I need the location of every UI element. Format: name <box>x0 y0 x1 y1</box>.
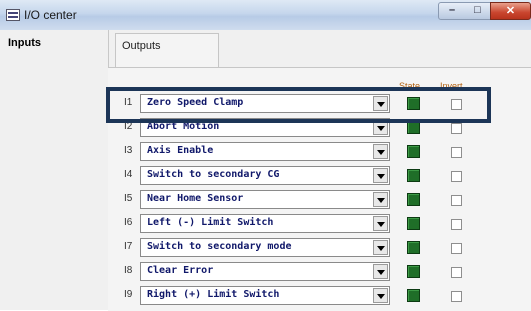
state-led-icon <box>407 265 420 278</box>
io-center-window: I/O center – □ ✕ Inputs Outputs State In… <box>0 0 531 311</box>
window-title: I/O center <box>24 8 77 22</box>
invert-checkbox[interactable] <box>451 195 462 206</box>
input-function-select[interactable]: Right (+) Limit Switch <box>140 286 390 305</box>
invert-checkbox[interactable] <box>451 291 462 302</box>
input-number: I4 <box>124 169 133 180</box>
state-led-icon <box>407 289 420 302</box>
chevron-down-icon[interactable] <box>373 144 388 159</box>
invert-checkbox[interactable] <box>451 267 462 278</box>
input-function-value: Switch to secondary CG <box>147 169 280 180</box>
input-row: I8 Clear Error <box>0 262 531 282</box>
input-number: I9 <box>124 289 133 300</box>
app-icon <box>6 9 20 21</box>
invert-checkbox[interactable] <box>451 171 462 182</box>
input-function-value: Right (+) Limit Switch <box>147 289 280 300</box>
state-led-icon <box>407 241 420 254</box>
input-function-select[interactable]: Near Home Sensor <box>140 190 390 209</box>
chevron-down-icon[interactable] <box>373 192 388 207</box>
input-function-select[interactable]: Axis Enable <box>140 142 390 161</box>
input-function-select[interactable]: Clear Error <box>140 262 390 281</box>
input-function-value: Axis Enable <box>147 145 214 156</box>
input-row: I3 Axis Enable <box>0 142 531 162</box>
input-row: I5 Near Home Sensor <box>0 190 531 210</box>
input-number: I5 <box>124 193 133 204</box>
maximize-icon: □ <box>474 4 481 16</box>
input-number: I7 <box>124 241 133 252</box>
chevron-down-icon[interactable] <box>373 168 388 183</box>
chevron-down-icon[interactable] <box>373 240 388 255</box>
input-function-value: Clear Error <box>147 265 214 276</box>
input-number: I8 <box>124 265 133 276</box>
input-row: I6 Left (-) Limit Switch <box>0 214 531 234</box>
tab-outputs[interactable]: Outputs <box>115 33 219 67</box>
minimize-button[interactable]: – <box>438 2 466 20</box>
chevron-down-icon[interactable] <box>373 216 388 231</box>
input-function-value: Near Home Sensor <box>147 193 244 204</box>
minimize-icon: – <box>448 4 456 16</box>
state-led-icon <box>407 217 420 230</box>
maximize-button[interactable]: □ <box>465 2 491 20</box>
input-function-value: Switch to secondary mode <box>147 241 292 252</box>
state-led-icon <box>407 193 420 206</box>
input-function-select[interactable]: Left (-) Limit Switch <box>140 214 390 233</box>
input-number: I6 <box>124 217 133 228</box>
close-button[interactable]: ✕ <box>490 2 531 20</box>
invert-checkbox[interactable] <box>451 123 462 134</box>
input-number: I3 <box>124 145 133 156</box>
invert-checkbox[interactable] <box>451 243 462 254</box>
input-row: I7 Switch to secondary mode <box>0 238 531 258</box>
invert-checkbox[interactable] <box>451 219 462 230</box>
close-icon: ✕ <box>505 5 516 17</box>
invert-checkbox[interactable] <box>451 147 462 158</box>
tab-inputs-label: Inputs <box>8 37 41 49</box>
chevron-down-icon[interactable] <box>373 264 388 279</box>
input-row: I9 Right (+) Limit Switch <box>0 286 531 306</box>
input-function-select[interactable]: Switch to secondary CG <box>140 166 390 185</box>
input-row: I4 Switch to secondary CG <box>0 166 531 186</box>
tab-outputs-label: Outputs <box>122 40 161 52</box>
highlight-box <box>106 87 491 123</box>
state-led-icon <box>407 169 420 182</box>
input-function-value: Left (-) Limit Switch <box>147 217 274 228</box>
state-led-icon <box>407 145 420 158</box>
title-bar[interactable]: I/O center – □ ✕ <box>0 0 531 30</box>
input-function-select[interactable]: Switch to secondary mode <box>140 238 390 257</box>
chevron-down-icon[interactable] <box>373 288 388 303</box>
